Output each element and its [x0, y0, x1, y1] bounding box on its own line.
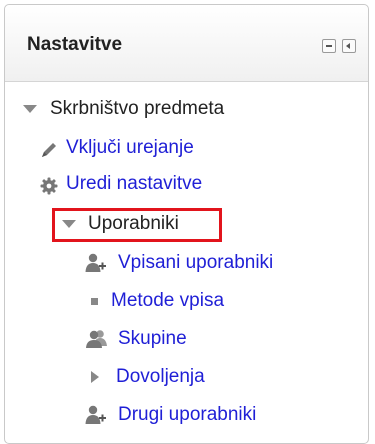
tree-item-label[interactable]: Drugi uporabniki — [118, 400, 256, 430]
tree-item-label[interactable]: Skupine — [118, 324, 187, 354]
block-header: Nastavitve — [5, 5, 368, 82]
tree-root-label: Skrbništvo predmeta — [50, 98, 225, 119]
caret-right-icon — [91, 371, 99, 383]
tree-item-edit-settings[interactable]: Uredi nastavitve — [40, 169, 202, 199]
tree-item-label[interactable]: Dovoljenja — [116, 362, 205, 392]
tree-root-course-admin[interactable]: Skrbništvo predmeta — [23, 94, 224, 124]
tree-item-turn-editing-on[interactable]: Vključi urejanje — [40, 133, 194, 163]
tree-item-permissions[interactable]: Dovoljenja — [91, 362, 205, 392]
user-add-icon — [85, 253, 107, 273]
user-add-icon — [85, 405, 107, 425]
tree-item-label[interactable]: Vključi urejanje — [66, 133, 194, 163]
bullet-square-icon — [91, 297, 98, 305]
pencil-icon — [40, 139, 58, 157]
tree-item-groups[interactable]: Skupine — [85, 324, 187, 354]
tree-item-other-users[interactable]: Drugi uporabniki — [85, 400, 256, 430]
block-title: Nastavitve — [27, 34, 123, 55]
caret-down-icon — [23, 105, 37, 113]
tree-item-enrolled-users[interactable]: Vpisani uporabniki — [85, 248, 273, 278]
dock-icon[interactable] — [342, 39, 356, 53]
tree-item-label[interactable]: Metode vpisa — [111, 286, 224, 316]
gear-icon — [40, 175, 58, 195]
users-group-icon — [85, 329, 109, 349]
tree-item-enrolment-methods[interactable]: Metode vpisa — [85, 286, 224, 316]
tree-item-label[interactable]: Vpisani uporabniki — [118, 248, 273, 278]
highlight-box — [52, 208, 222, 242]
minimize-icon[interactable] — [322, 39, 336, 53]
tree-item-label[interactable]: Uredi nastavitve — [66, 169, 202, 199]
